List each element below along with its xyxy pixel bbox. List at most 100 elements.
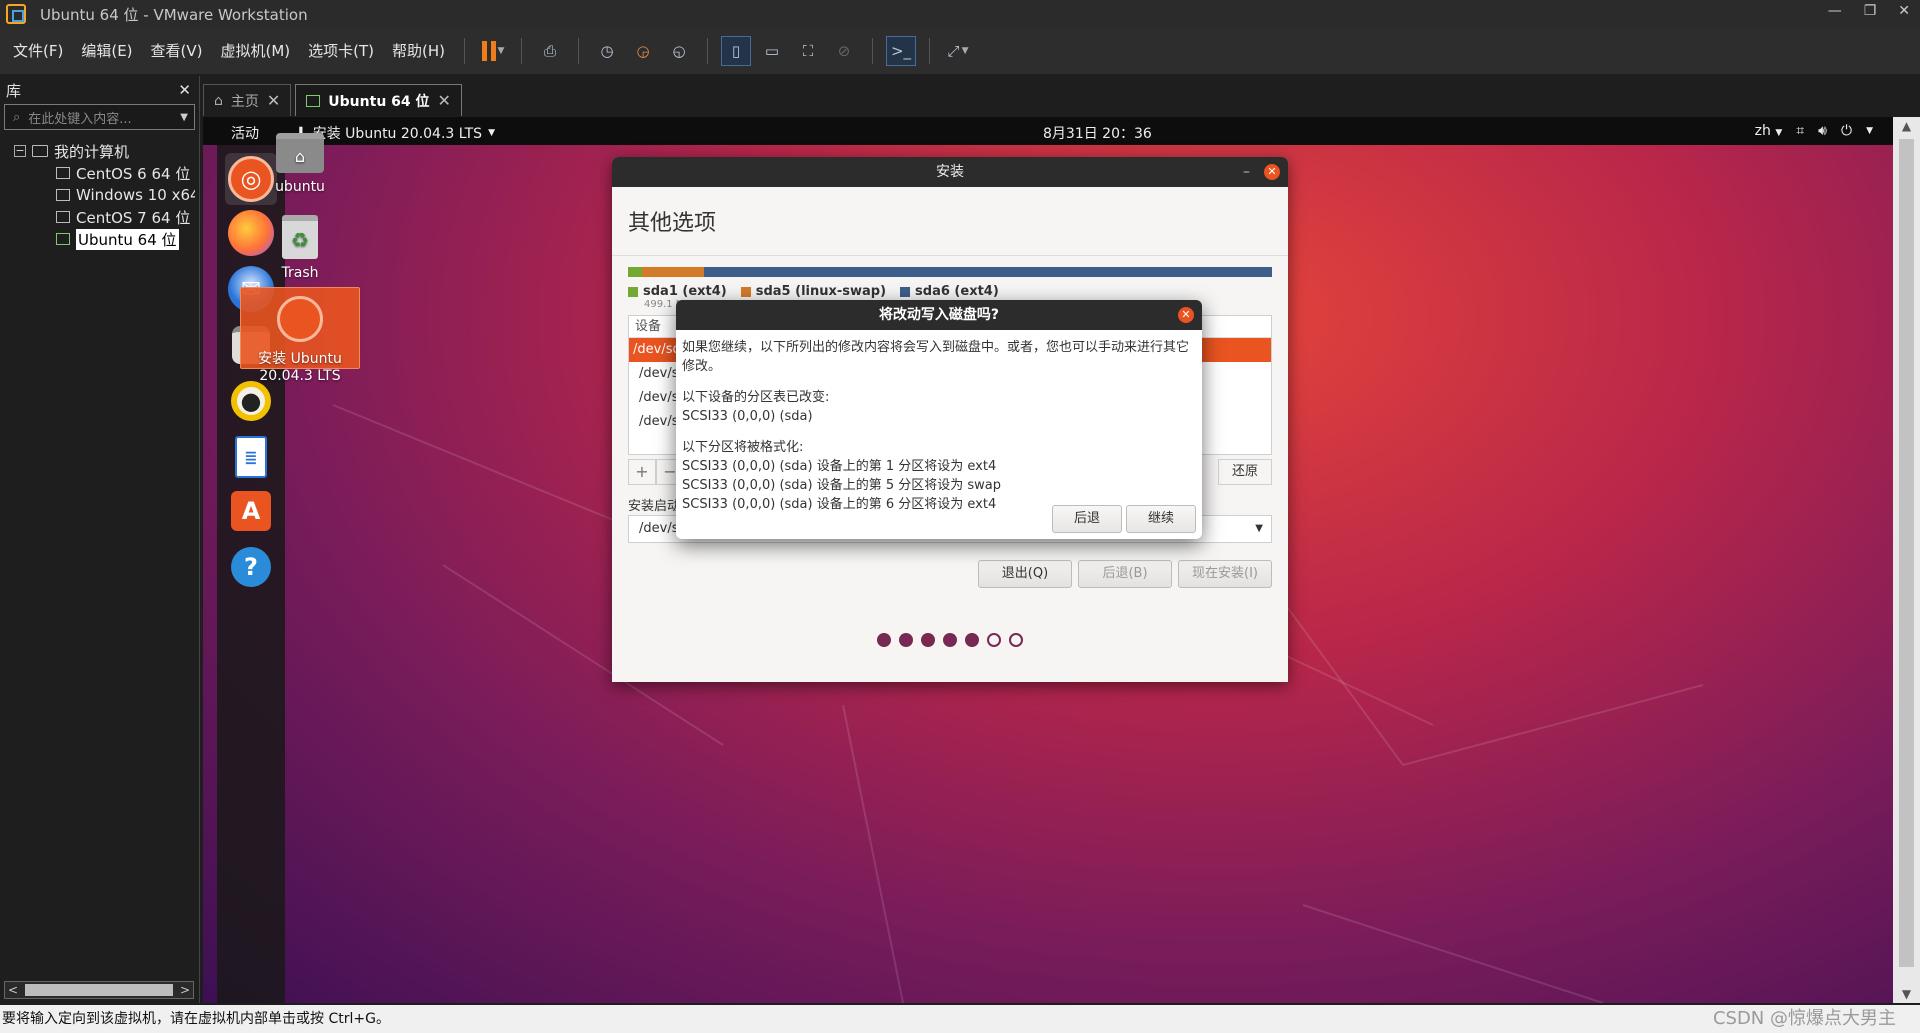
quit-button[interactable]: 退出(Q) — [978, 560, 1072, 588]
back-button[interactable]: 后退(B) — [1078, 560, 1172, 588]
menu-tabs[interactable]: 选项卡(T) — [299, 36, 383, 66]
minimize-icon[interactable]: – — [1243, 157, 1250, 187]
scroll-down-icon[interactable]: ▼ — [1893, 987, 1920, 1001]
tree-item-vm-selected[interactable]: Ubuntu 64 位 — [4, 228, 195, 250]
unity-button[interactable]: ⊘ — [829, 36, 859, 66]
unity-icon: ⊘ — [837, 42, 851, 60]
partition-segment — [642, 267, 704, 277]
revert-button[interactable]: 还原 — [1218, 459, 1272, 485]
progress-dot-empty — [1009, 633, 1023, 647]
progress-dots — [877, 633, 1023, 647]
dialog-intro: 如果您继续，以下所列出的修改内容将会写入到磁盘中。或者，您也可以手动来进行其它修… — [682, 340, 1190, 374]
close-icon[interactable]: ✕ — [1178, 307, 1194, 323]
power-icon[interactable]: ⏻ — [1841, 123, 1852, 139]
library-view-icon: ▯ — [731, 42, 741, 60]
status-text: 要将输入定向到该虚拟机，请在虚拟机内部单击或按 Ctrl+G。 — [2, 1011, 390, 1027]
watermark: CSDN @惊爆点大男主 — [1712, 1008, 1896, 1029]
home-folder-icon: ⌂ — [276, 133, 324, 173]
vm-running-icon — [306, 94, 321, 107]
show-library-button[interactable]: ▯ — [721, 36, 752, 66]
legend-item: sda1 (ext4) — [628, 284, 727, 299]
collapse-icon[interactable]: − — [14, 145, 26, 157]
rhythmbox-icon: ● — [231, 381, 271, 421]
tab-label: Ubuntu 64 位 — [328, 93, 430, 110]
thumbnail-bar-button[interactable]: ▭ — [757, 36, 787, 66]
snapshot-manager-button[interactable]: ◵ — [664, 36, 694, 66]
write-changes-dialog: 将改动写入磁盘吗? ✕ 如果您继续，以下所列出的修改内容将会写入到磁盘中。或者，… — [676, 300, 1202, 539]
tab-label: 主页 — [230, 93, 259, 110]
thumbnail-icon: ▭ — [764, 42, 780, 60]
library-hscrollbar[interactable]: < > — [4, 981, 194, 999]
desktop-icon-label: ubuntu — [275, 179, 325, 195]
toolbar-separator — [707, 38, 709, 64]
tree-item-vm[interactable]: Windows 10 x64 — [4, 184, 195, 206]
dialog-section-title: 以下分区将被格式化: — [682, 440, 804, 455]
tree-label: Windows 10 x64 — [76, 186, 195, 204]
tree-item-vm[interactable]: CentOS 7 64 位 — [4, 206, 195, 228]
tree-item-vm[interactable]: CentOS 6 64 位 — [4, 162, 195, 184]
snapshot-button[interactable]: ◷ — [592, 36, 622, 66]
close-icon[interactable]: ✕ — [1898, 3, 1910, 19]
desktop-install-ubuntu[interactable]: 安装 Ubuntu 20.04.3 LTS — [240, 287, 360, 384]
desktop-home-folder[interactable]: ⌂ ubuntu — [240, 125, 360, 195]
menu-vm[interactable]: 虚拟机(M) — [212, 36, 300, 66]
tab-home[interactable]: ⌂ 主页 ✕ — [203, 84, 292, 116]
chevron-down-icon: ▼ — [1255, 523, 1263, 534]
dock-help[interactable]: ? — [225, 541, 277, 593]
tree-item-my-computer[interactable]: − 我的计算机 — [4, 140, 195, 162]
legend-swatch — [740, 286, 751, 297]
input-method[interactable]: zh ▼ — [1755, 123, 1783, 139]
network-icon[interactable]: ⌗ — [1796, 123, 1804, 139]
vm-vscrollbar[interactable]: ▲ ▼ — [1893, 117, 1920, 1003]
send-ctrl-alt-del-button[interactable]: ⎙ — [535, 36, 565, 66]
tab-close-icon[interactable]: ✕ — [267, 91, 280, 110]
close-icon[interactable]: ✕ — [1264, 164, 1280, 180]
dialog-buttons: 后退 继续 — [1052, 505, 1196, 533]
minimize-icon[interactable]: — — [1828, 3, 1842, 19]
input-method-label: zh — [1754, 123, 1771, 139]
stretch-button[interactable]: ⤢ ▼ — [943, 36, 973, 66]
menu-file[interactable]: 文件(F) — [4, 36, 72, 66]
add-partition-button[interactable]: + — [628, 459, 656, 485]
restore-icon[interactable]: ❐ — [1864, 3, 1877, 19]
window-title: Ubuntu 64 位 - VMware Workstation — [40, 5, 308, 24]
dialog-titlebar: 将改动写入磁盘吗? ✕ — [676, 300, 1202, 330]
dialog-back-button[interactable]: 后退 — [1052, 505, 1122, 533]
install-now-button[interactable]: 现在安装(I) — [1178, 560, 1272, 588]
dock-software[interactable]: A — [225, 485, 277, 537]
vm-icon — [56, 211, 70, 223]
home-icon: ⌂ — [214, 92, 223, 109]
desktop-icon-label: 安装 Ubuntu — [258, 351, 342, 367]
vm-screen[interactable]: 活动 ⬇ 安装 Ubuntu 20.04.3 LTS ▼ 8月31日 20：36… — [203, 117, 1893, 1003]
fullscreen-button[interactable]: ⛶ — [793, 36, 823, 66]
snapshot-icon: ◷ — [600, 42, 614, 60]
revert-snapshot-icon: ◶ — [636, 42, 650, 60]
console-view-button[interactable]: >_ — [886, 36, 917, 66]
menu-view[interactable]: 查看(V) — [142, 36, 212, 66]
window-controls: — ❐ ✕ — [1828, 3, 1910, 19]
scroll-right-icon[interactable]: > — [180, 983, 190, 997]
menu-edit[interactable]: 编辑(E) — [72, 36, 141, 66]
tab-ubuntu[interactable]: Ubuntu 64 位 ✕ — [295, 84, 462, 116]
dialog-title: 将改动写入磁盘吗? — [878, 307, 1000, 323]
library-close-icon[interactable]: ✕ — [178, 81, 191, 99]
scroll-thumb[interactable] — [25, 984, 173, 996]
library-search-input[interactable]: ⌕ 在此处键入内容... ▼ — [4, 104, 195, 130]
dock-writer[interactable]: ≣ — [225, 431, 277, 483]
scroll-up-icon[interactable]: ▲ — [1893, 119, 1920, 133]
clock[interactable]: 8月31日 20：36 — [1043, 123, 1152, 143]
scroll-thumb[interactable] — [1899, 139, 1914, 967]
suspend-button[interactable]: ▼ — [478, 36, 508, 66]
scroll-left-icon[interactable]: < — [8, 983, 18, 997]
toolbar-separator — [929, 38, 931, 64]
desktop-trash[interactable]: ♻ Trash — [240, 209, 360, 281]
chevron-down-icon[interactable]: ▼ — [180, 112, 188, 123]
chevron-down-icon[interactable]: ▼ — [1866, 126, 1873, 136]
volume-icon[interactable]: 🔊︎ — [1818, 123, 1827, 139]
revert-snapshot-button[interactable]: ◶ — [628, 36, 658, 66]
tab-close-icon[interactable]: ✕ — [438, 91, 451, 110]
dialog-continue-button[interactable]: 继续 — [1126, 505, 1196, 533]
menu-help[interactable]: 帮助(H) — [383, 36, 454, 66]
partition-bar — [628, 267, 1272, 277]
library-header: 库 ✕ — [0, 76, 199, 104]
